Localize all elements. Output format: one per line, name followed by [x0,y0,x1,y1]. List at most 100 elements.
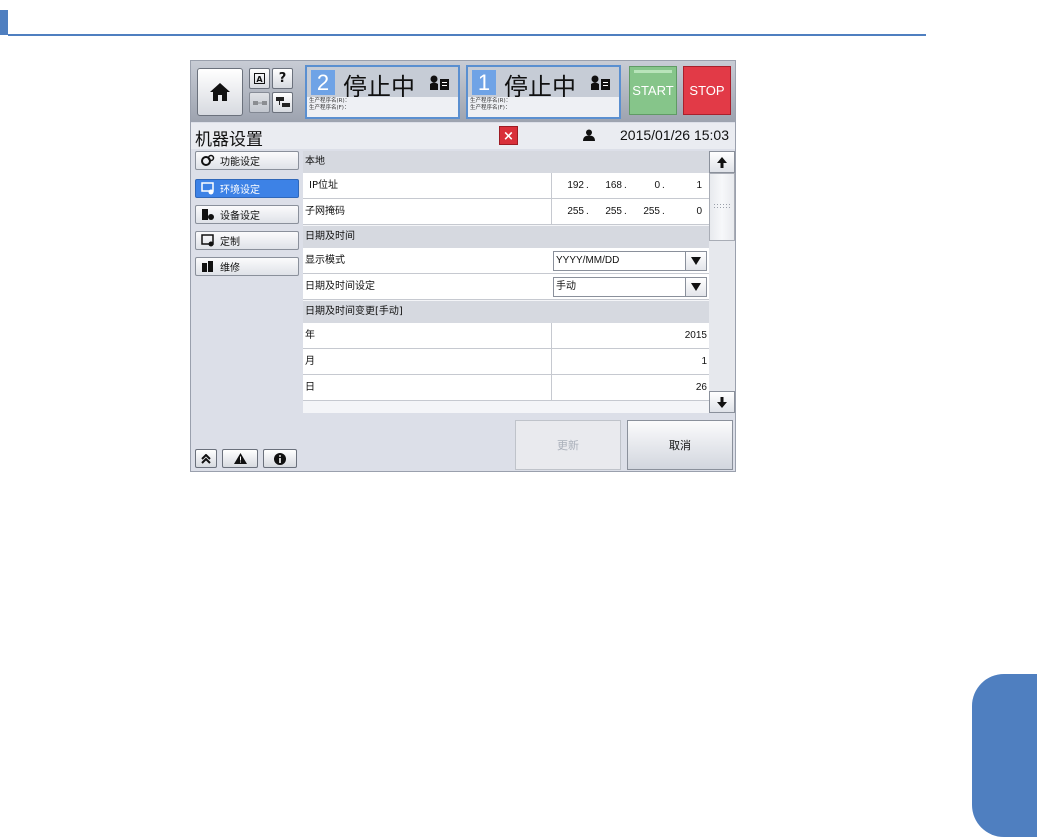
dropdown-arrow-icon[interactable] [685,252,706,270]
ip-dot: . [586,206,589,217]
warning-icon [233,453,247,464]
title-bar: 机器设置 × 2015/01/26 15:03 [191,123,735,150]
ip-address-label: IP位址 [309,180,338,191]
row-year[interactable]: 年 2015 [303,323,709,349]
ip-octet: 255 [643,206,660,217]
action-footer: 更新 取消 [303,415,735,471]
home-button[interactable] [197,68,243,116]
cancel-button[interactable]: 取消 [627,420,733,470]
settings-table: 本地 IP位址 192 . 168 . 0 . 1 子网掩码 255 . 255… [303,151,709,413]
nav-item-label: 环境设定 [220,185,260,196]
scroll-thumb[interactable] [709,173,735,241]
unit-2-status[interactable]: 2 停止中 生产程序名(R)： 生产程序名(F)： [305,65,460,119]
help-button[interactable]: ? [272,68,293,89]
auto-mode-button[interactable]: A [249,68,270,89]
current-datetime: 2015/01/26 15:03 [620,127,729,143]
alarm-button[interactable] [222,449,258,468]
update-button[interactable]: 更新 [515,420,621,470]
nav-item-label: 维修 [220,263,240,274]
dropdown-arrow-icon[interactable] [685,278,706,296]
year-label: 年 [305,330,315,341]
day-value: 26 [695,382,707,393]
page-header-tab [0,10,8,35]
side-chapter-tab [972,674,1037,837]
ip-dot: . [624,180,627,191]
ip-dot: . [586,180,589,191]
nav-item-label: 定制 [220,237,240,248]
info-icon [274,452,286,465]
customize-icon [201,234,214,247]
vertical-scrollbar[interactable] [709,151,735,413]
row-display-mode[interactable]: 显示模式 YYYY/MM/DD [303,248,709,274]
ip-address-field[interactable]: 192 . 168 . 0 . 1 [551,173,709,198]
unit-number: 2 [311,70,335,95]
ip-dot: . [662,206,665,217]
section-header-datetime: 日期及时间 [303,226,709,248]
nav-item-device-settings[interactable]: 设备设定 [195,205,299,224]
subnet-mask-label: 子网掩码 [305,206,345,217]
arrow-up-icon [717,156,727,168]
program-name-f: 生产程序名(F)： [309,104,350,111]
machine-settings-screen: A ? 2 停止中 生产程序名(R)： 生产程序名(F)： 1 停止中 生产程序… [190,60,736,472]
expand-up-button[interactable] [195,449,217,468]
row-datetime-setting[interactable]: 日期及时间设定 手动 [303,274,709,300]
nav-item-maintenance[interactable]: 维修 [195,257,299,276]
nav-item-function-settings[interactable]: 功能设定 [195,151,299,170]
help-icon: ? [278,71,287,86]
page-header-rule [8,34,926,36]
arrow-down-icon [717,396,727,408]
datetime-setting-cell: 手动 [551,274,709,299]
home-icon [210,83,230,101]
link-button[interactable] [249,92,270,113]
section-header-local: 本地 [303,151,709,173]
day-field[interactable]: 26 [551,375,709,400]
month-value: 1 [701,356,707,367]
subnet-mask-field[interactable]: 255 . 255 . 255 . 0 [551,199,709,224]
row-month[interactable]: 月 1 [303,349,709,375]
row-day[interactable]: 日 26 [303,375,709,401]
gears-icon [201,154,215,166]
network-button[interactable] [272,92,293,113]
scroll-up-button[interactable] [709,151,735,173]
display-mode-cell: YYYY/MM/DD [551,248,709,273]
network-icon [275,97,290,107]
nav-item-environment-settings[interactable]: 环境设定 [195,179,299,198]
info-button[interactable] [263,449,297,468]
row-subnet-mask[interactable]: 子网掩码 255 . 255 . 255 . 0 [303,199,709,225]
month-label: 月 [305,356,315,367]
section-header-datetime-change: 日期及时间变更[手动] [303,301,709,323]
display-mode-select[interactable]: YYYY/MM/DD [553,251,707,271]
grip-icon [714,204,730,208]
link-icon [252,100,267,105]
maintenance-icon [202,261,213,272]
ip-octet: 1 [696,180,702,191]
nav-item-customize[interactable]: 定制 [195,231,299,250]
close-button[interactable]: × [499,126,518,145]
scroll-down-button[interactable] [709,391,735,413]
monitor-settings-icon [201,182,214,195]
stop-button[interactable]: STOP [683,66,731,115]
year-field[interactable]: 2015 [551,323,709,348]
user-icon [583,129,595,141]
display-mode-value: YYYY/MM/DD [556,255,620,266]
datetime-setting-value: 手动 [556,281,576,292]
display-mode-label: 显示模式 [305,255,345,266]
unit-1-status[interactable]: 1 停止中 生产程序名(R)： 生产程序名(F)： [466,65,621,119]
ip-octet: 255 [567,206,584,217]
ip-octet: 0 [696,206,702,217]
ip-octet: 0 [654,180,660,191]
datetime-setting-select[interactable]: 手动 [553,277,707,297]
unit-number: 1 [472,70,496,95]
ip-dot: . [624,206,627,217]
start-button[interactable]: START [629,66,677,115]
month-field[interactable]: 1 [551,349,709,374]
auto-mode-icon: A [254,73,265,84]
nav-item-label: 功能设定 [220,157,260,168]
day-label: 日 [305,382,315,393]
nav-item-label: 设备设定 [220,211,260,222]
ip-octet: 168 [605,180,622,191]
program-name-f: 生产程序名(F)： [470,104,511,111]
row-ip-address[interactable]: IP位址 192 . 168 . 0 . 1 [303,173,709,199]
device-settings-icon [202,209,214,220]
page-title: 机器设置 [195,130,263,150]
